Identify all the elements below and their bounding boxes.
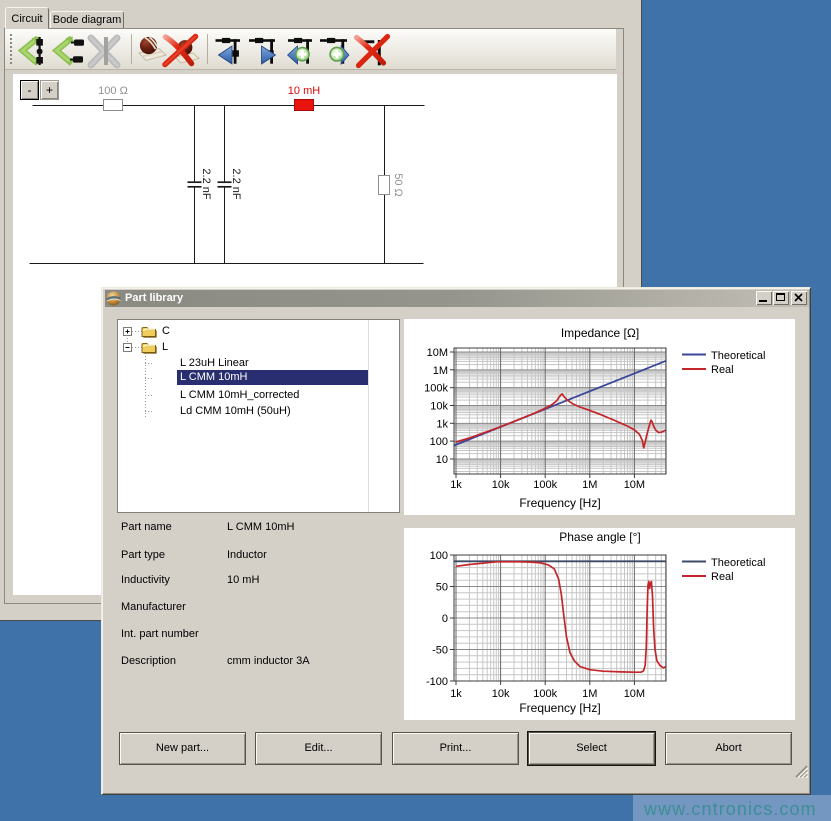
svg-text:1k: 1k [450, 479, 462, 491]
svg-text:1M: 1M [582, 688, 597, 700]
svg-text:-50: -50 [432, 645, 448, 657]
svg-text:Frequency [Hz]: Frequency [Hz] [519, 701, 600, 715]
svg-text:Impedance [Ω]: Impedance [Ω] [561, 326, 639, 340]
svg-text:10: 10 [436, 454, 448, 466]
svg-text:100k: 100k [533, 479, 557, 491]
svg-text:1k: 1k [450, 688, 462, 700]
svg-text:100k: 100k [424, 383, 448, 395]
svg-text:50: 50 [436, 582, 448, 594]
svg-text:10M: 10M [427, 347, 448, 359]
svg-text:-100: -100 [426, 676, 448, 688]
svg-text:100: 100 [430, 550, 448, 562]
svg-text:100: 100 [430, 436, 448, 448]
svg-text:10k: 10k [492, 688, 510, 700]
svg-text:Real: Real [711, 364, 734, 376]
svg-text:100k: 100k [533, 688, 557, 700]
svg-text:100 Ω: 100 Ω [98, 85, 128, 97]
svg-text:Real: Real [711, 571, 734, 583]
svg-text:50 Ω: 50 Ω [392, 173, 404, 197]
svg-text:2.2 nF: 2.2 nF [230, 168, 242, 199]
svg-text:Phase angle [°]: Phase angle [°] [559, 530, 641, 544]
svg-text:Theoretical: Theoretical [711, 350, 765, 362]
svg-text:1k: 1k [436, 418, 448, 430]
svg-text:10 mH: 10 mH [288, 85, 320, 97]
svg-text:Theoretical: Theoretical [711, 557, 765, 569]
svg-text:10M: 10M [624, 479, 645, 491]
svg-text:Frequency [Hz]: Frequency [Hz] [519, 496, 600, 510]
svg-text:10k: 10k [492, 479, 510, 491]
svg-text:10M: 10M [624, 688, 645, 700]
svg-text:1M: 1M [582, 479, 597, 491]
svg-text:1M: 1M [433, 365, 448, 377]
svg-text:2.2 nF: 2.2 nF [200, 168, 212, 199]
svg-text:10k: 10k [430, 401, 448, 413]
svg-text:0: 0 [442, 613, 448, 625]
